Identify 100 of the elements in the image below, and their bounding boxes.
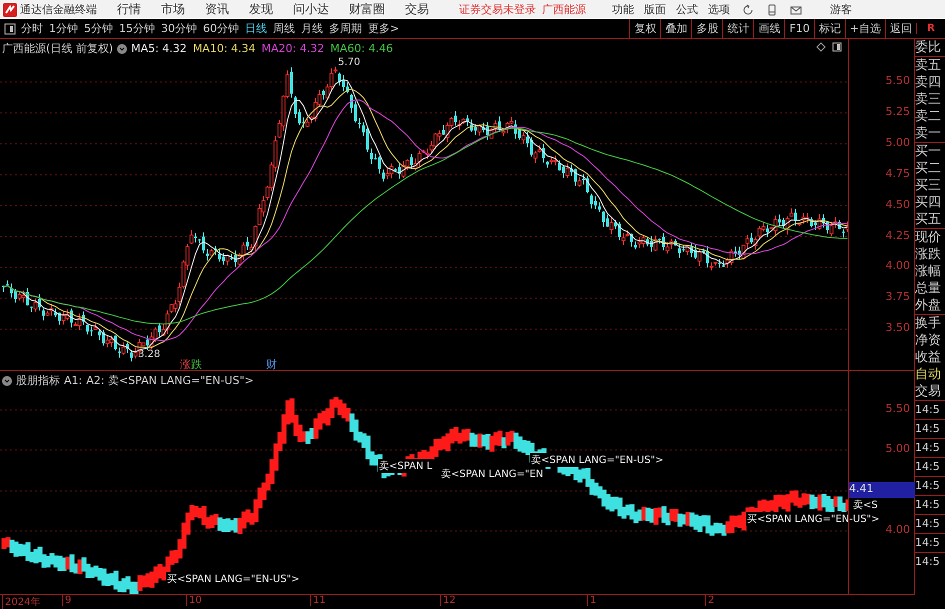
menu-item[interactable]: 交易 <box>405 1 429 18</box>
period-tab[interactable]: 更多> <box>368 21 400 36</box>
indicator-axis-label: 5.00 <box>886 442 910 455</box>
period-tab[interactable]: 周线 <box>273 21 295 36</box>
quote-label: 外盘 <box>915 297 945 315</box>
time-axis-label: 1 <box>587 595 596 606</box>
user-label[interactable]: 游客 <box>830 2 852 17</box>
trade-time: 14:5 <box>915 495 945 514</box>
trade-tab[interactable]: 自动 <box>915 366 945 383</box>
signal-label: 卖<S <box>852 498 879 512</box>
panel-toggle-icon[interactable] <box>832 42 842 52</box>
period-tab[interactable]: 60分钟 <box>203 21 239 36</box>
price-axis-label: 5.00 <box>886 136 910 149</box>
indicator-value: A2: 卖<SPAN LANG="EN-US"> <box>86 373 254 388</box>
quote-label: 卖二 <box>915 108 942 125</box>
period-tab[interactable]: 分时 <box>21 21 43 36</box>
period-tab[interactable]: 多周期 <box>329 21 362 36</box>
chevron-circle-icon[interactable] <box>2 376 12 386</box>
period-tab[interactable]: 30分钟 <box>161 21 197 36</box>
corner-label[interactable]: R <box>916 23 945 34</box>
trade-tab[interactable]: 交易 <box>915 383 945 400</box>
price-axis-label: 4.00 <box>886 259 910 272</box>
menu-item[interactable]: 问小达 <box>293 1 329 18</box>
quote-label: 卖五 <box>915 57 942 74</box>
menu-item[interactable]: 财富圈 <box>349 1 385 18</box>
current-price-tag: 4.41 <box>849 482 915 498</box>
quote-label: 卖一 <box>915 125 945 143</box>
event-marker[interactable]: 涨 <box>180 357 191 372</box>
time-axis-label: 9 <box>62 595 72 606</box>
ma-value: MA20: 4.32 <box>262 42 324 55</box>
stock-name: 广西能源 <box>542 2 586 17</box>
trade-time: 14:5 <box>915 533 945 552</box>
mail-icon[interactable] <box>790 4 802 16</box>
time-axis-label: 11 <box>310 595 326 606</box>
quote-label: 净资 <box>915 332 942 349</box>
app-name: 通达信金融终端 <box>20 2 97 17</box>
login-status: 证券交易未登录 <box>459 2 536 17</box>
quote-label: 委比 <box>915 39 945 57</box>
tool-menu-item[interactable]: 功能 <box>612 2 634 17</box>
period-tab[interactable]: 日线 <box>245 21 267 36</box>
menu-item[interactable]: 发现 <box>249 1 273 18</box>
price-axis-label: 3.50 <box>886 321 910 334</box>
quote-label: 买一 <box>915 143 942 160</box>
quote-label: 买五 <box>915 211 945 229</box>
signal-label: 卖<SPAN L <box>378 459 434 473</box>
price-axis-label: 4.75 <box>886 166 910 180</box>
quote-label: 买二 <box>915 160 942 177</box>
high-price-label: 5.70 <box>338 57 360 68</box>
indicator-value: A1: <box>64 374 82 387</box>
tool-menu-item[interactable]: 版面 <box>644 2 666 17</box>
app-logo-icon <box>3 2 17 16</box>
quote-label: 卖四 <box>915 74 942 91</box>
menu-item[interactable]: 资讯 <box>205 1 229 18</box>
quote-label: 买三 <box>915 177 942 194</box>
quote-label: 买四 <box>915 194 942 211</box>
indicator-axis-label: 4.00 <box>886 523 910 536</box>
signal-label: 卖<SPAN LANG="EN <box>440 467 544 481</box>
quote-label: 涨幅 <box>915 263 942 280</box>
signal-label: 买<SPAN LANG="EN-US"> <box>166 572 301 586</box>
signal-label: 卖<SPAN LANG="EN-US"> <box>530 453 665 467</box>
ma-value: MA10: 4.34 <box>192 42 256 55</box>
event-marker[interactable]: 财 <box>266 357 277 372</box>
trade-time: 14:5 <box>915 438 945 457</box>
diamond-icon[interactable] <box>816 42 826 52</box>
time-axis-label: 2 <box>705 595 714 606</box>
period-tab[interactable]: 月线 <box>301 21 323 36</box>
phone-icon[interactable] <box>766 4 778 16</box>
chart-title: 广西能源(日线 前复权) <box>2 41 114 56</box>
price-axis-label: 3.75 <box>886 290 910 304</box>
period-tab[interactable]: 15分钟 <box>119 21 155 36</box>
period-tab[interactable]: 5分钟 <box>84 21 113 36</box>
low-price-label: 3.28 <box>138 349 160 360</box>
trade-time: 14:5 <box>915 457 945 476</box>
quote-label: 卖三 <box>915 91 942 108</box>
menu-item[interactable]: 行情 <box>117 1 141 18</box>
tool-menu-item[interactable]: 公式 <box>676 2 698 17</box>
refresh-icon[interactable] <box>742 4 754 16</box>
trade-time: 14:5 <box>915 476 945 495</box>
quote-label: 总量 <box>915 280 942 297</box>
trade-time: 14:5 <box>915 514 945 533</box>
indicator-axis-label: 5.50 <box>886 402 910 415</box>
trade-time: 14:5 <box>915 552 945 571</box>
ma-value: MA5: 4.32 <box>131 42 187 55</box>
quote-label: 现价 <box>915 229 942 246</box>
price-axis-label: 4.50 <box>886 198 910 211</box>
event-marker[interactable]: 跌 <box>191 357 202 372</box>
ma-value: MA60: 4.46 <box>330 42 393 55</box>
price-axis-label: 5.25 <box>886 104 910 118</box>
time-axis-label: 10 <box>186 595 202 606</box>
panel-toggle-icon[interactable] <box>4 22 16 34</box>
time-axis-label: 2024年 <box>2 595 40 609</box>
trade-time: 14:5 <box>915 400 945 419</box>
period-tab[interactable]: 1分钟 <box>49 21 78 36</box>
tool-menu-item[interactable]: 选项 <box>708 2 730 17</box>
price-axis-label: 4.25 <box>886 228 910 242</box>
price-axis-label: 5.50 <box>886 74 910 87</box>
indicator-title: 股朋指标 <box>16 373 60 388</box>
menu-item[interactable]: 市场 <box>161 1 185 18</box>
trade-time: 14:5 <box>915 419 945 438</box>
chevron-circle-icon[interactable] <box>117 44 128 54</box>
